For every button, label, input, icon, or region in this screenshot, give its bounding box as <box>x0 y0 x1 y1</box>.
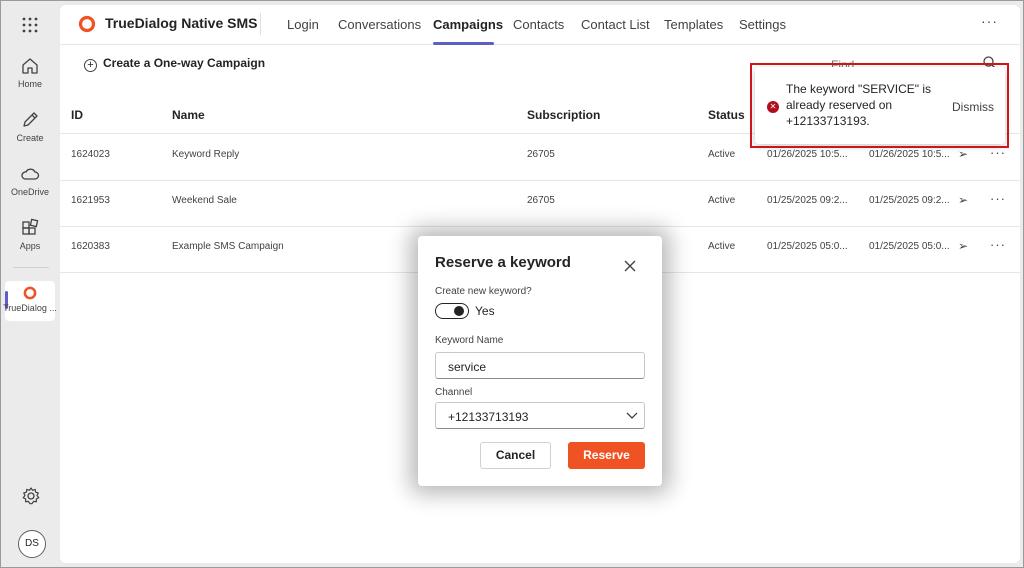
pencil-icon <box>23 112 38 127</box>
cell-name: Keyword Reply <box>172 149 240 160</box>
dialog-title: Reserve a keyword <box>435 254 571 271</box>
row-more-icon[interactable]: ··· <box>990 237 1006 252</box>
rail-item-label: Apps <box>19 241 41 251</box>
rail-item-label: OneDrive <box>10 187 49 197</box>
more-options-icon[interactable]: ··· <box>981 13 998 29</box>
reserve-keyword-dialog: Reserve a keyword Create new keyword? Ye… <box>418 236 662 486</box>
tab-conversations[interactable]: Conversations <box>338 17 421 32</box>
cell-id: 1620383 <box>71 241 110 252</box>
channel-label: Channel <box>435 387 473 398</box>
channel-select[interactable]: +12133713193 <box>435 402 645 429</box>
keyword-name-value: service <box>448 360 487 374</box>
rail-item-create[interactable]: Create <box>1 109 59 143</box>
send-icon[interactable]: ➢ <box>958 239 968 253</box>
cell-updated: 01/26/2025 10:5... <box>869 149 950 160</box>
highlight-outline <box>750 63 1009 148</box>
cell-status: Active <box>708 149 736 160</box>
avatar[interactable]: DS <box>18 530 46 558</box>
column-header-id[interactable]: ID <box>71 108 83 122</box>
cell-status: Active <box>708 241 736 252</box>
truedialog-logo-icon <box>23 286 37 300</box>
app-rail: Home Create OneDrive Apps TrueDialog ... <box>1 1 59 567</box>
tab-campaigns[interactable]: Campaigns <box>433 17 503 32</box>
cell-id: 1621953 <box>71 195 110 206</box>
row-more-icon[interactable]: ··· <box>990 191 1006 206</box>
rail-item-label: Create <box>16 133 44 143</box>
home-icon <box>22 58 38 74</box>
cell-name: Example SMS Campaign <box>172 241 284 252</box>
create-new-keyword-toggle[interactable] <box>435 303 469 319</box>
column-header-status[interactable]: Status <box>708 108 745 122</box>
rail-item-onedrive[interactable]: OneDrive <box>1 163 59 197</box>
send-icon[interactable]: ➢ <box>958 147 968 161</box>
header-divider <box>260 13 261 35</box>
rail-divider <box>13 267 49 268</box>
cell-status: Active <box>708 195 736 206</box>
table-row[interactable]: 1621953 Weekend Sale 26705 Active 01/25/… <box>60 181 1020 227</box>
reserve-button[interactable]: Reserve <box>568 442 645 469</box>
rail-item-label: Home <box>17 79 42 89</box>
column-header-subscription[interactable]: Subscription <box>527 108 600 122</box>
tab-login[interactable]: Login <box>287 17 319 32</box>
app-launcher-icon[interactable] <box>20 15 40 35</box>
cell-created: 01/25/2025 09:2... <box>767 195 848 206</box>
cell-updated: 01/25/2025 05:0... <box>869 241 950 252</box>
close-icon[interactable] <box>624 260 636 272</box>
rail-item-apps[interactable]: Apps <box>1 217 59 251</box>
truedialog-logo-icon <box>78 15 96 33</box>
cell-updated: 01/25/2025 09:2... <box>869 195 950 206</box>
column-header-name[interactable]: Name <box>172 108 205 122</box>
tab-contacts[interactable]: Contacts <box>513 17 564 32</box>
rail-item-truedialog[interactable]: TrueDialog ... <box>1 285 59 313</box>
tab-templates[interactable]: Templates <box>664 17 723 32</box>
channel-value: +12133713193 <box>448 410 529 424</box>
cancel-button[interactable]: Cancel <box>480 442 551 469</box>
tab-settings[interactable]: Settings <box>739 17 786 32</box>
cell-created: 01/26/2025 10:5... <box>767 149 848 160</box>
cell-subscription: 26705 <box>527 149 555 160</box>
cell-id: 1624023 <box>71 149 110 160</box>
toggle-knob <box>454 306 464 316</box>
create-new-keyword-label: Create new keyword? <box>435 286 532 297</box>
active-tab-indicator <box>433 42 494 45</box>
settings-gear-icon[interactable] <box>21 486 41 506</box>
cell-created: 01/25/2025 05:0... <box>767 241 848 252</box>
add-circle-icon: + <box>84 59 97 72</box>
send-icon[interactable]: ➢ <box>958 193 968 207</box>
cell-name: Weekend Sale <box>172 195 237 206</box>
keyword-name-input[interactable]: service <box>435 352 645 379</box>
rail-item-label: TrueDialog ... <box>3 303 57 313</box>
rail-item-home[interactable]: Home <box>1 55 59 89</box>
apps-icon <box>22 218 39 235</box>
app-title: TrueDialog Native SMS <box>105 15 258 31</box>
toggle-state-label: Yes <box>475 304 495 318</box>
app-header: TrueDialog Native SMS Login Conversation… <box>60 5 1020 45</box>
create-campaign-button[interactable]: + Create a One-way Campaign <box>84 56 265 76</box>
keyword-name-label: Keyword Name <box>435 335 504 346</box>
chevron-down-icon <box>626 412 638 419</box>
tab-contact-list[interactable]: Contact List <box>581 17 650 32</box>
create-campaign-label: Create a One-way Campaign <box>103 56 266 70</box>
cloud-icon <box>21 168 40 180</box>
cell-subscription: 26705 <box>527 195 555 206</box>
